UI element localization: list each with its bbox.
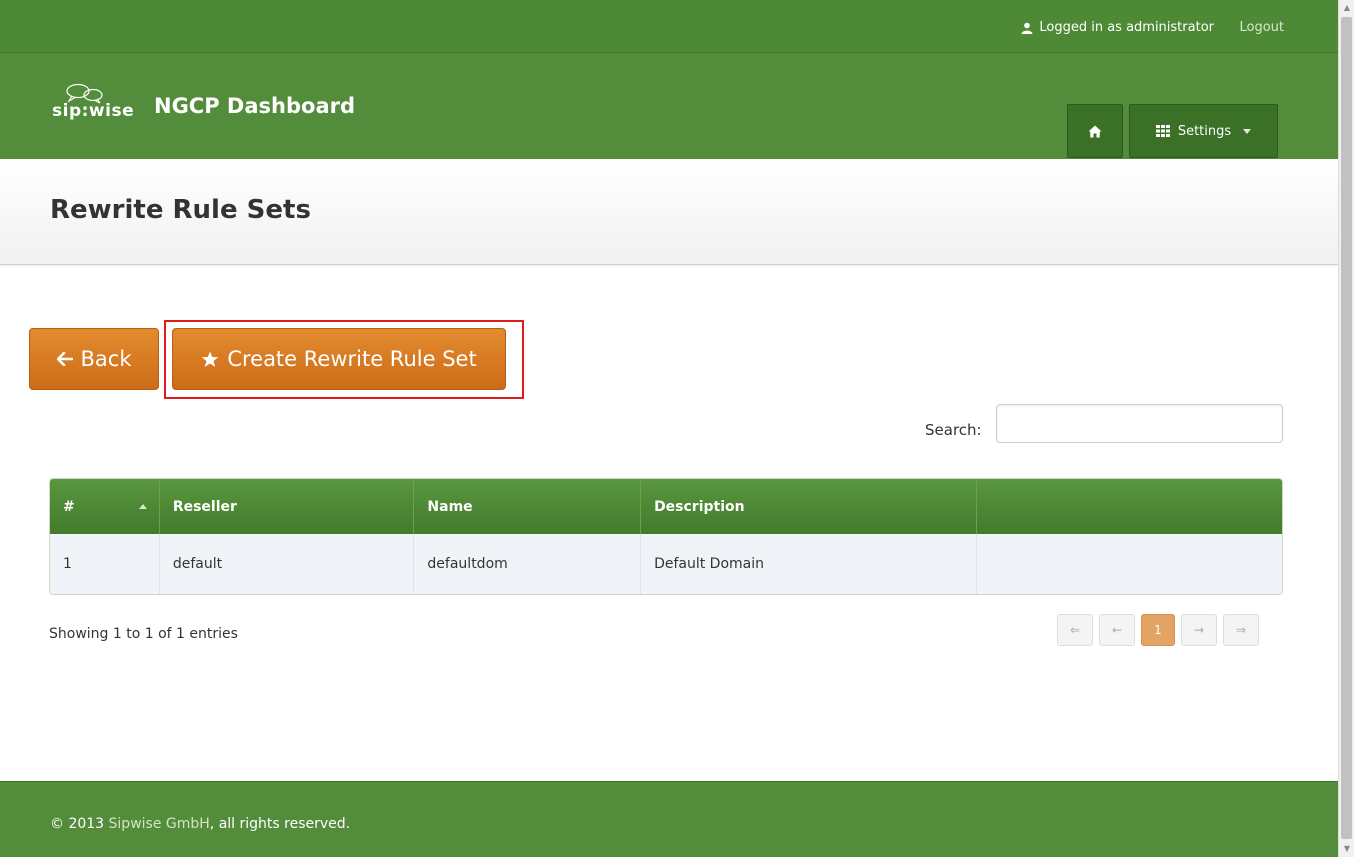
table-body: 1 default defaultdom Default Domain bbox=[50, 534, 1282, 594]
back-label: Back bbox=[80, 347, 132, 371]
table-row[interactable]: 1 default defaultdom Default Domain bbox=[50, 534, 1282, 594]
table-header: # Reseller Name Description bbox=[50, 479, 1282, 534]
app-header: sip:wise NGCP Dashboard Settings bbox=[0, 53, 1338, 159]
first-page-button[interactable]: ⇐ bbox=[1057, 614, 1093, 646]
previous-page-button[interactable]: ← bbox=[1099, 614, 1135, 646]
vertical-scrollbar[interactable]: ▲ ▼ bbox=[1338, 0, 1354, 857]
column-header-name[interactable]: Name bbox=[414, 479, 642, 534]
cell-reseller: default bbox=[160, 534, 415, 594]
settings-label: Settings bbox=[1177, 123, 1232, 139]
create-rewrite-rule-set-button[interactable]: Create Rewrite Rule Set bbox=[172, 328, 506, 390]
app-title: NGCP Dashboard bbox=[154, 94, 355, 118]
logged-in-text: Logged in as administrator bbox=[1039, 20, 1214, 35]
cell-description: Default Domain bbox=[641, 534, 977, 594]
arrow-left-icon bbox=[56, 352, 73, 366]
column-header-description[interactable]: Description bbox=[641, 479, 977, 534]
pagination: ⇐ ← 1 → ⇒ bbox=[1057, 614, 1259, 646]
brand[interactable]: sip:wise NGCP Dashboard bbox=[52, 83, 355, 121]
logout-link[interactable]: Logout bbox=[1239, 20, 1284, 35]
scroll-down-icon[interactable]: ▼ bbox=[1339, 841, 1354, 857]
home-icon bbox=[1088, 125, 1102, 137]
column-header-reseller[interactable]: Reseller bbox=[160, 479, 415, 534]
next-page-button[interactable]: → bbox=[1181, 614, 1217, 646]
column-header-id[interactable]: # bbox=[50, 479, 160, 534]
scroll-up-icon[interactable]: ▲ bbox=[1339, 0, 1354, 16]
create-label: Create Rewrite Rule Set bbox=[227, 347, 477, 371]
top-bar: Logged in as administrator Logout bbox=[0, 0, 1338, 53]
search-input[interactable] bbox=[996, 404, 1283, 443]
sort-ascending-icon bbox=[138, 504, 147, 509]
scrollbar-thumb[interactable] bbox=[1341, 17, 1352, 839]
logo-text: sip:wise bbox=[52, 101, 135, 121]
copyright-text: © 2013 Sipwise GmbH, all rights reserved… bbox=[50, 816, 351, 832]
login-status: Logged in as administrator bbox=[1021, 20, 1214, 35]
cell-id: 1 bbox=[50, 534, 160, 594]
sipwise-link[interactable]: Sipwise GmbH bbox=[109, 816, 210, 832]
page-title-band: Rewrite Rule Sets bbox=[0, 159, 1338, 265]
home-button[interactable] bbox=[1067, 104, 1123, 158]
entries-info: Showing 1 to 1 of 1 entries bbox=[49, 626, 238, 642]
page-footer: © 2013 Sipwise GmbH, all rights reserved… bbox=[0, 781, 1338, 857]
last-page-button[interactable]: ⇒ bbox=[1223, 614, 1259, 646]
page-viewport: Logged in as administrator Logout sip:wi… bbox=[0, 0, 1338, 857]
caret-down-icon bbox=[1243, 128, 1252, 134]
page-title: Rewrite Rule Sets bbox=[50, 195, 311, 225]
settings-menu-button[interactable]: Settings bbox=[1129, 104, 1278, 158]
column-header-actions bbox=[977, 479, 1282, 534]
page-1-button[interactable]: 1 bbox=[1141, 614, 1175, 646]
grid-icon bbox=[1155, 125, 1170, 137]
back-button[interactable]: Back bbox=[29, 328, 159, 390]
user-icon bbox=[1021, 22, 1033, 34]
cell-actions bbox=[977, 534, 1282, 594]
rewrite-rule-sets-table: # Reseller Name Description 1 default de… bbox=[49, 478, 1283, 595]
cell-name: defaultdom bbox=[414, 534, 642, 594]
star-icon bbox=[202, 351, 219, 367]
search-label: Search: bbox=[925, 421, 982, 439]
sipwise-logo: sip:wise bbox=[52, 83, 146, 121]
